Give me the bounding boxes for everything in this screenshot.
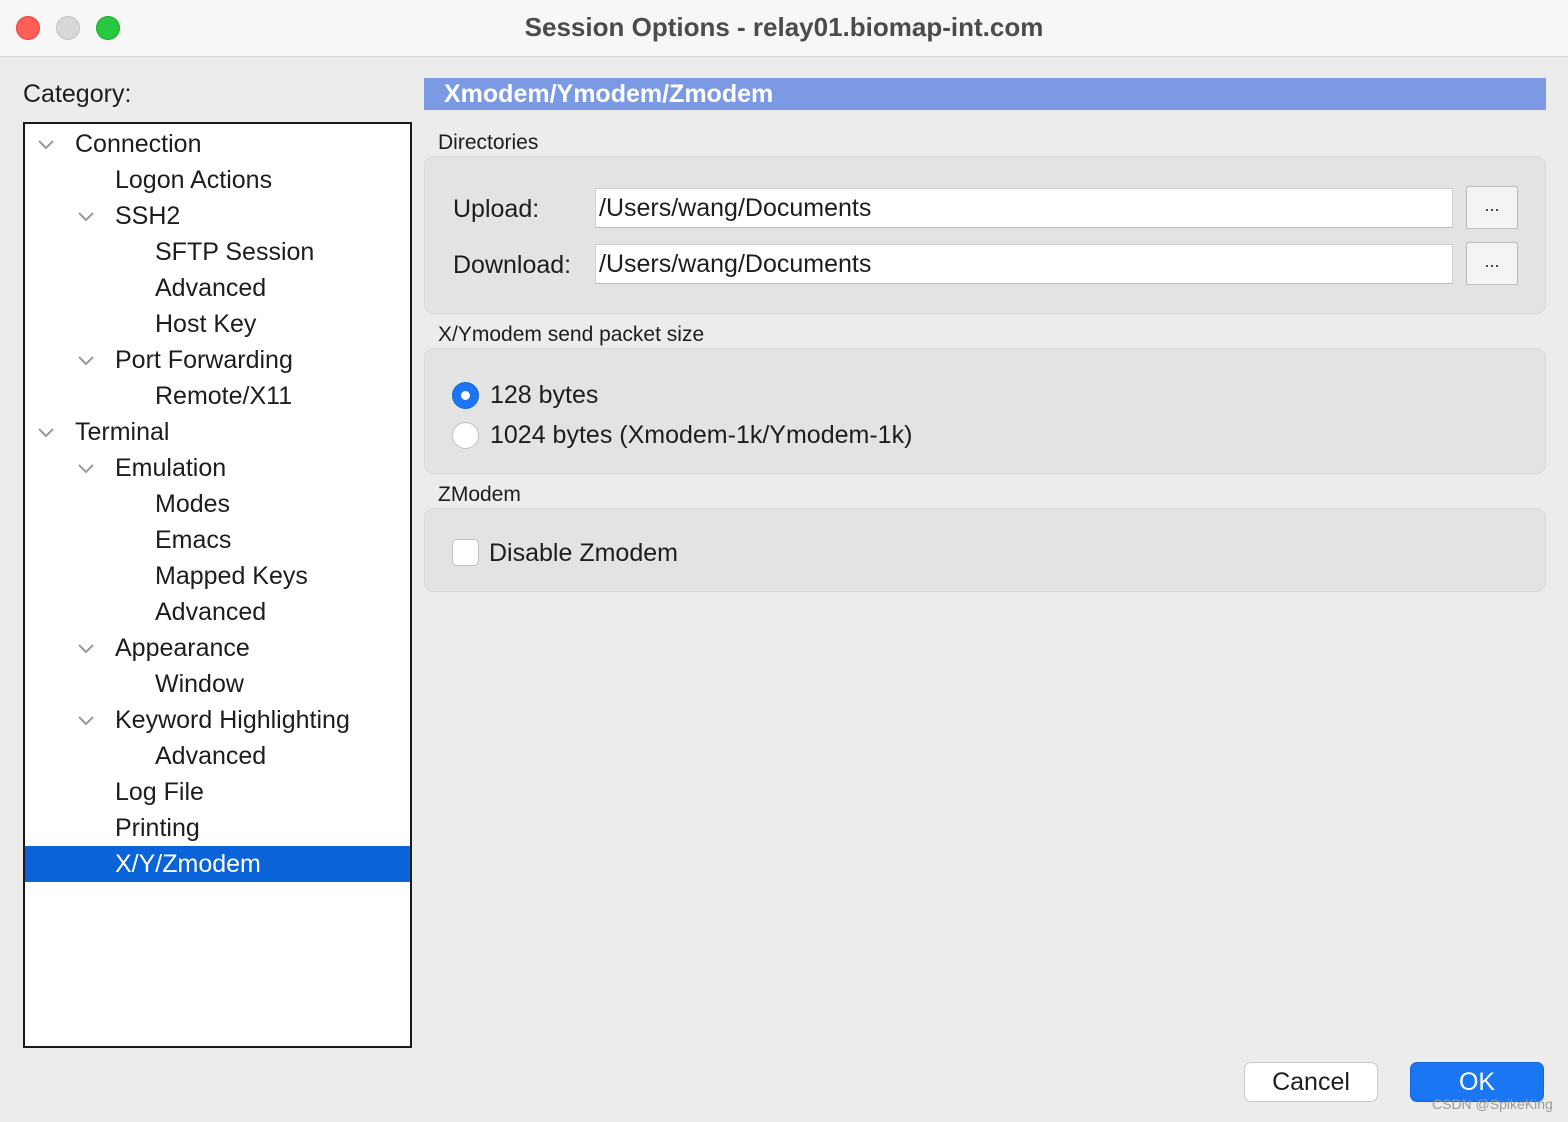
directories-group <box>424 156 1546 314</box>
chevron-down-icon[interactable] <box>75 702 97 738</box>
watermark-text: CSDN @SpikeKing <box>1432 1096 1553 1112</box>
category-tree-item-label: Emacs <box>155 526 232 554</box>
category-tree-item-label: Log File <box>115 778 204 806</box>
category-tree-item-label: Advanced <box>155 274 267 302</box>
category-tree-item-label: Terminal <box>75 418 170 446</box>
category-tree-item[interactable]: Emacs <box>25 522 410 558</box>
category-tree-item-label: SSH2 <box>115 202 181 230</box>
category-tree-item[interactable]: Advanced <box>25 270 410 306</box>
disable-zmodem-label[interactable]: Disable Zmodem <box>489 539 678 568</box>
category-tree-item[interactable]: Log File <box>25 774 410 810</box>
packet-128-radio[interactable] <box>452 382 479 409</box>
radio-selected-dot <box>461 391 470 400</box>
category-tree-item-label: Mapped Keys <box>155 562 308 590</box>
category-label: Category: <box>23 80 132 108</box>
packet-size-group <box>424 348 1546 474</box>
category-tree-item-label: Keyword Highlighting <box>115 706 350 734</box>
category-tree-item[interactable]: Logon Actions <box>25 162 410 198</box>
category-tree-item[interactable]: Appearance <box>25 630 410 666</box>
session-options-window: Session Options - relay01.biomap-int.com… <box>0 0 1568 1122</box>
packet-1024-radio[interactable] <box>452 422 479 449</box>
category-tree-item-label: Emulation <box>115 454 227 482</box>
download-directory-field[interactable]: /Users/wang/Documents <box>595 244 1453 284</box>
category-tree-item-label: Printing <box>115 814 200 842</box>
category-tree-item[interactable]: Advanced <box>25 594 410 630</box>
category-tree-item-label: Advanced <box>155 742 267 770</box>
packet-size-group-label: X/Ymodem send packet size <box>438 323 705 346</box>
category-tree-item[interactable]: Printing <box>25 810 410 846</box>
download-label: Download: <box>453 251 572 279</box>
chevron-down-icon[interactable] <box>75 198 97 234</box>
zmodem-group-label: ZModem <box>438 483 521 506</box>
category-tree-item-label: SFTP Session <box>155 238 315 266</box>
cancel-button[interactable]: Cancel <box>1244 1062 1378 1102</box>
directories-group-label: Directories <box>438 131 539 154</box>
upload-browse-button[interactable]: ... <box>1466 186 1518 229</box>
category-tree-item[interactable]: Host Key <box>25 306 410 342</box>
chevron-down-icon[interactable] <box>35 126 57 162</box>
category-tree[interactable]: Connection Logon Actions SSH2 SFTP Session A… <box>23 122 412 1048</box>
category-tree-item-label: Host Key <box>155 310 257 338</box>
title-bar: Session Options - relay01.biomap-int.com <box>0 0 1568 57</box>
category-tree-item-label: X/Y/Zmodem <box>115 850 261 878</box>
upload-directory-field[interactable]: /Users/wang/Documents <box>595 188 1453 228</box>
download-browse-button[interactable]: ... <box>1466 242 1518 285</box>
category-tree-item-label: Appearance <box>115 634 250 662</box>
category-tree-item-label: Connection <box>75 130 202 158</box>
packet-1024-label[interactable]: 1024 bytes (Xmodem-1k/Ymodem-1k) <box>490 421 912 450</box>
chevron-down-icon[interactable] <box>75 630 97 666</box>
category-tree-item-label: Window <box>155 670 244 698</box>
category-tree-item[interactable]: Emulation <box>25 450 410 486</box>
category-tree-item[interactable]: Port Forwarding <box>25 342 410 378</box>
category-tree-item[interactable]: Window <box>25 666 410 702</box>
category-tree-item-label: Advanced <box>155 598 267 626</box>
category-tree-item[interactable]: SFTP Session <box>25 234 410 270</box>
category-tree-item-label: Remote/X11 <box>155 382 293 410</box>
category-tree-item-label: Port Forwarding <box>115 346 293 374</box>
chevron-down-icon[interactable] <box>75 342 97 378</box>
chevron-down-icon[interactable] <box>35 414 57 450</box>
category-tree-item[interactable]: X/Y/Zmodem <box>25 846 410 882</box>
section-header: Xmodem/Ymodem/Zmodem <box>424 78 1546 110</box>
category-tree-item[interactable]: Terminal <box>25 414 410 450</box>
category-tree-item-label: Logon Actions <box>115 166 273 194</box>
category-tree-item[interactable]: Remote/X11 <box>25 378 410 414</box>
packet-128-label[interactable]: 128 bytes <box>490 381 598 410</box>
category-tree-item[interactable]: SSH2 <box>25 198 410 234</box>
disable-zmodem-checkbox[interactable] <box>452 539 479 566</box>
category-tree-item[interactable]: Mapped Keys <box>25 558 410 594</box>
category-tree-item[interactable]: Advanced <box>25 738 410 774</box>
window-title: Session Options - relay01.biomap-int.com <box>524 12 1044 42</box>
category-tree-item[interactable]: Keyword Highlighting <box>25 702 410 738</box>
category-tree-item-label: Modes <box>155 490 231 518</box>
upload-label: Upload: <box>453 195 540 223</box>
category-tree-item[interactable]: Modes <box>25 486 410 522</box>
category-tree-item[interactable]: Connection <box>25 126 410 162</box>
chevron-down-icon[interactable] <box>75 450 97 486</box>
